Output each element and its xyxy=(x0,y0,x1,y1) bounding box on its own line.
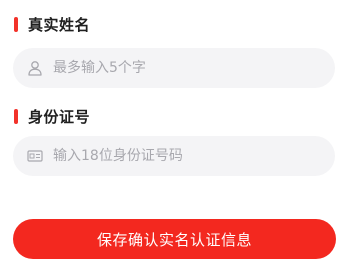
name-input[interactable] xyxy=(53,48,335,88)
name-section-header: 真实姓名 xyxy=(14,14,90,34)
id-section-header: 身份证号 xyxy=(14,106,90,126)
save-verification-button[interactable]: 保存确认实名认证信息 xyxy=(13,219,336,259)
name-label: 真实姓名 xyxy=(28,15,91,34)
id-number-input[interactable] xyxy=(53,136,335,176)
user-icon xyxy=(27,60,43,76)
id-accent-bar xyxy=(14,108,18,124)
name-field[interactable] xyxy=(13,48,335,88)
name-accent-bar xyxy=(14,16,18,32)
id-label: 身份证号 xyxy=(28,107,91,126)
id-card-icon xyxy=(27,148,43,164)
id-field[interactable] xyxy=(13,136,335,176)
